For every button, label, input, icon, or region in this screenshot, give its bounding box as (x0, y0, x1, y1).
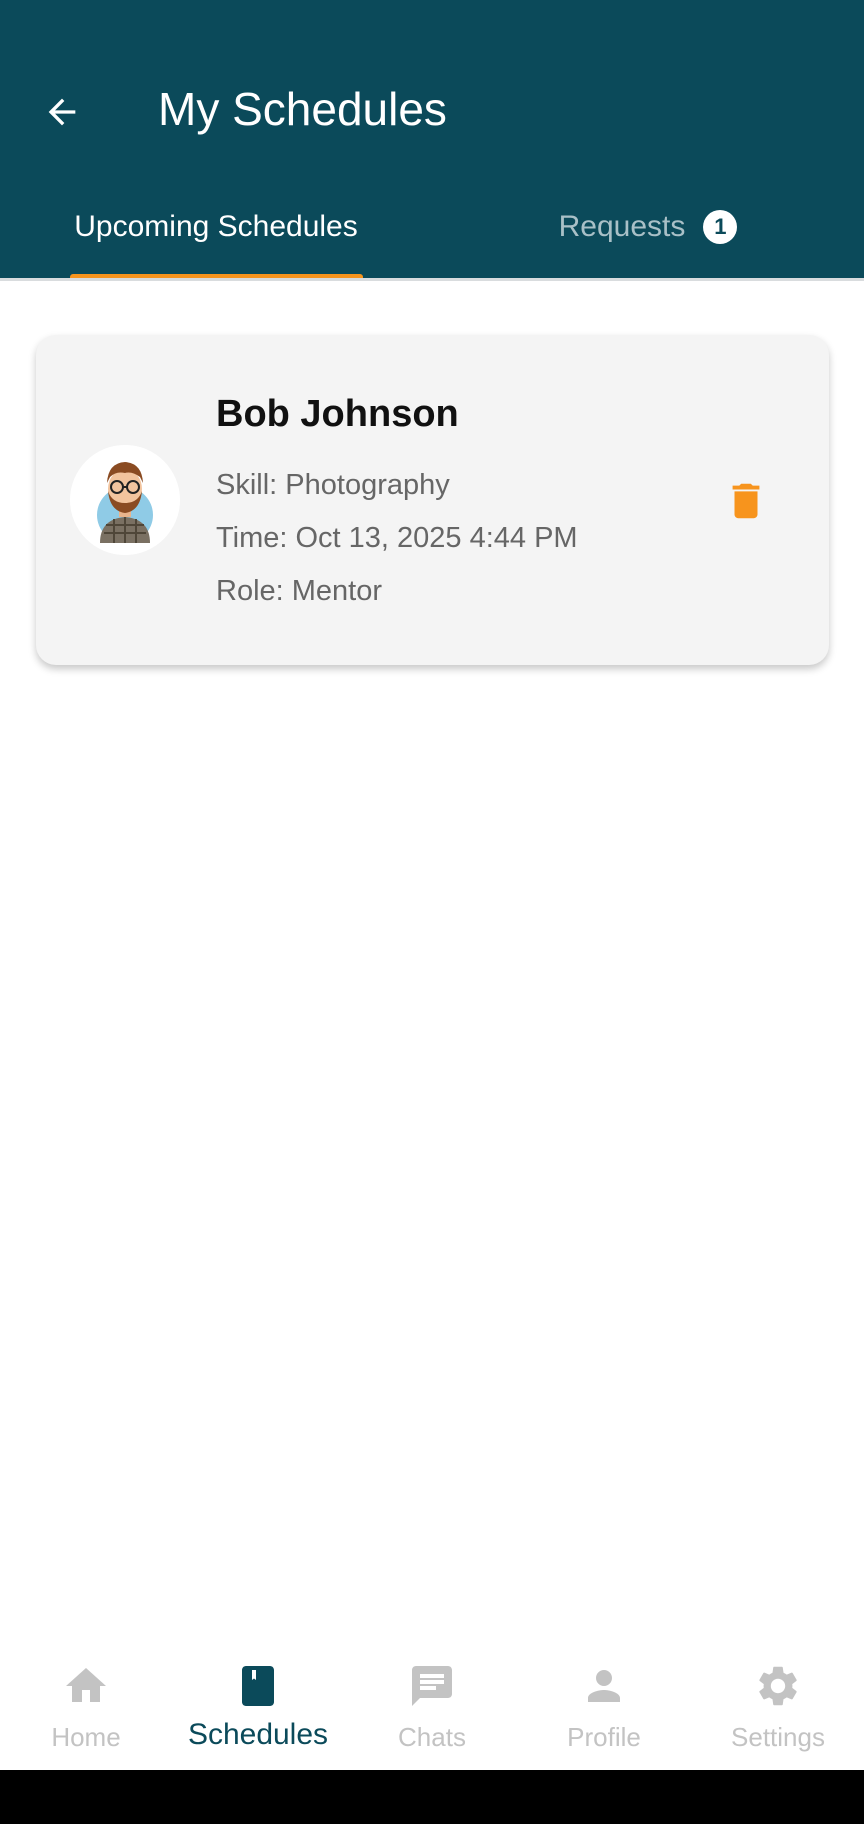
nav-label: Chats (398, 1722, 466, 1752)
nav-label: Profile (567, 1722, 641, 1752)
back-button[interactable] (36, 86, 88, 138)
gear-icon (754, 1662, 802, 1710)
tab-label: Upcoming Schedules (74, 210, 358, 243)
skill-text: Skill: Photography (216, 469, 450, 501)
trash-icon (732, 483, 760, 519)
tab-label: Requests (558, 210, 686, 243)
bottom-navigation: Home Schedules Chats Profile Settings (0, 1640, 864, 1770)
tab-bar: Upcoming Schedules Requests 1 (0, 196, 864, 278)
tab-requests-inner: Requests 1 (559, 196, 738, 244)
home-icon (62, 1662, 110, 1710)
person-icon (580, 1662, 628, 1710)
tab-requests[interactable]: Requests 1 (432, 196, 864, 278)
screen: My Schedules Upcoming Schedules Requests… (0, 0, 864, 1824)
nav-label: Schedules (187, 1718, 329, 1751)
arrow-left-icon (48, 98, 76, 126)
nav-home[interactable]: Home (0, 1640, 172, 1770)
divider (0, 278, 864, 281)
user-avatar-illustration (70, 445, 180, 555)
nav-profile[interactable]: Profile (518, 1640, 690, 1770)
page-title: My Schedules (158, 83, 447, 135)
nav-label: Home (51, 1722, 121, 1752)
nav-label: Settings (731, 1722, 825, 1752)
mentor-name: Bob Johnson (216, 393, 459, 435)
requests-count-badge: 1 (703, 210, 738, 244)
schedule-card[interactable]: Bob Johnson Skill: Photography Time: Oct… (36, 335, 829, 665)
nav-settings[interactable]: Settings (692, 1640, 864, 1770)
tab-upcoming-schedules[interactable]: Upcoming Schedules (0, 196, 432, 278)
chat-icon (408, 1662, 456, 1710)
system-navigation-bar (0, 1770, 864, 1824)
user-avatar (70, 445, 180, 555)
nav-chats[interactable]: Chats (346, 1640, 518, 1770)
role-text: Role: Mentor (216, 575, 383, 607)
time-text: Time: Oct 13, 2025 4:44 PM (216, 522, 578, 554)
delete-schedule-button[interactable] (716, 471, 776, 531)
nav-schedules[interactable]: Schedules (172, 1640, 344, 1770)
bookmark-book-icon (234, 1662, 282, 1710)
app-bar: My Schedules Upcoming Schedules Requests… (0, 0, 864, 278)
